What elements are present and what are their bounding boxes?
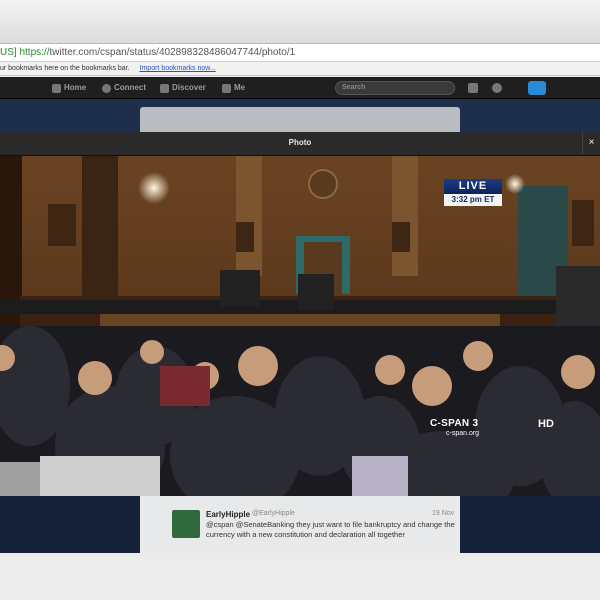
window-bottom: [0, 553, 600, 600]
bookmarks-bar: ur bookmarks here on the bookmarks bar. …: [0, 62, 600, 76]
url-protocol: https://: [19, 47, 50, 58]
import-bookmarks-link[interactable]: Import bookmarks now...: [140, 65, 216, 72]
user-icon: [222, 83, 231, 93]
cspan-logo: C-SPAN 3: [430, 418, 479, 429]
cspan-url: c-span.org: [446, 430, 480, 437]
nav-home[interactable]: Home: [52, 77, 86, 99]
nav-me-label: Me: [234, 83, 246, 92]
live-label: LIVE: [444, 179, 502, 194]
tweet-timestamp[interactable]: 19 Nov: [432, 510, 454, 517]
tweet-author-handle[interactable]: @EarlyHipple: [252, 510, 295, 517]
nav-connect[interactable]: Connect: [102, 77, 146, 99]
hearing-room-illustration: [0, 156, 600, 496]
hearing-photo: LIVE 3:32 pm ET C-SPAN 3 c-span.org HD: [0, 156, 600, 496]
browser-window: US] https://twitter.com/cspan/status/402…: [0, 0, 600, 600]
address-bar[interactable]: US] https://twitter.com/cspan/status/402…: [0, 44, 600, 62]
bookmarks-prompt: ur bookmarks here on the bookmarks bar.: [0, 65, 130, 72]
modal-title: Photo: [288, 138, 312, 147]
ssl-badge: US]: [0, 47, 17, 58]
background-tweet: EarlyHipple @EarlyHipple 19 Nov @cspan @…: [140, 496, 460, 553]
twitter-page: Home Connect Discover Me Search Photo ×: [0, 77, 600, 553]
photo-modal-header: Photo ×: [0, 132, 600, 156]
messages-icon[interactable]: [468, 83, 478, 93]
live-badge: LIVE 3:32 pm ET: [444, 179, 502, 207]
nav-home-label: Home: [64, 83, 87, 92]
url-path: twitter.com/cspan/status/402898328486047…: [49, 47, 296, 58]
hashtag-icon: [160, 83, 169, 93]
window-titlebar: [0, 0, 600, 44]
gear-icon[interactable]: [492, 83, 502, 93]
compose-tweet-button[interactable]: [528, 81, 546, 95]
nav-me[interactable]: Me: [222, 77, 245, 99]
hd-badge: HD: [538, 418, 554, 430]
avatar[interactable]: [172, 510, 200, 538]
at-icon: [102, 83, 111, 93]
nav-discover[interactable]: Discover: [160, 77, 206, 99]
live-time: 3:32 pm ET: [444, 194, 502, 206]
nav-discover-label: Discover: [172, 83, 206, 92]
home-icon: [52, 83, 61, 93]
tweet-author-name[interactable]: EarlyHipple: [206, 510, 250, 519]
close-button[interactable]: ×: [582, 132, 600, 154]
nav-connect-label: Connect: [114, 83, 146, 92]
search-input[interactable]: Search: [335, 81, 455, 95]
tweet-text: @cspan @SenateBanking they just want to …: [206, 520, 455, 539]
twitter-topbar: Home Connect Discover Me Search: [0, 77, 600, 99]
